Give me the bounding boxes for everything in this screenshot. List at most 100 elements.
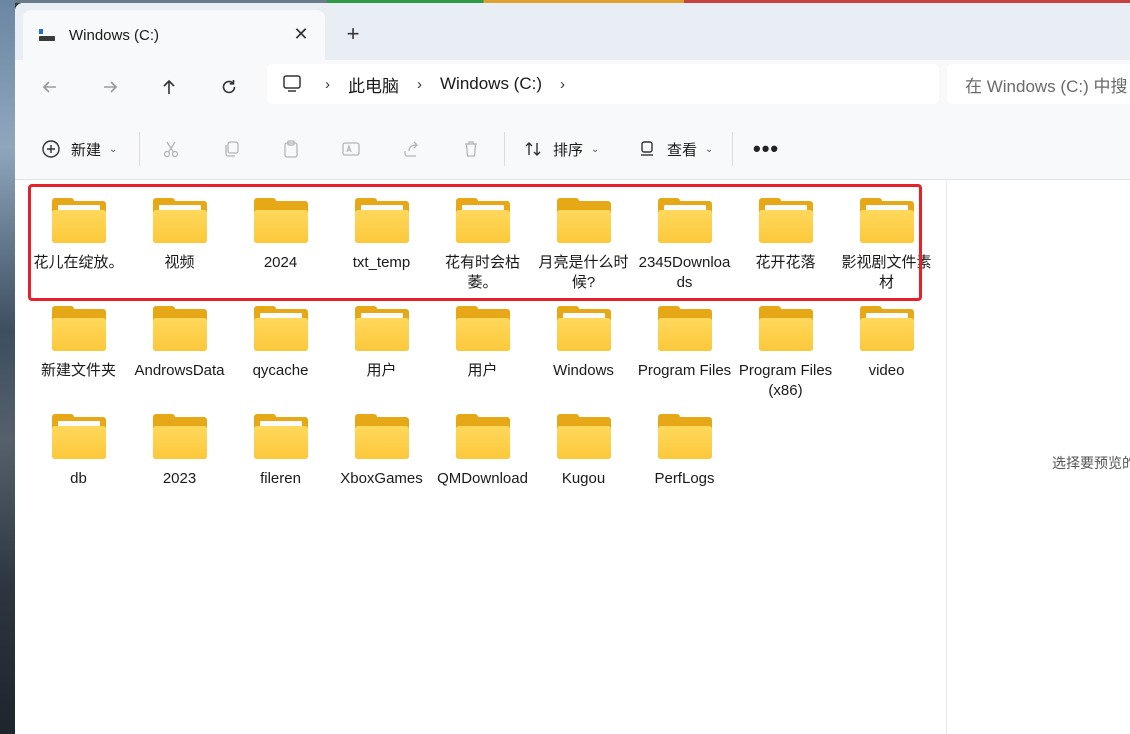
cut-button[interactable] <box>161 134 181 164</box>
breadcrumb-this-pc[interactable]: 此电脑 <box>348 72 399 97</box>
folder-icon <box>657 414 712 459</box>
chevron-right-icon[interactable]: › <box>417 76 422 93</box>
rename-button[interactable] <box>341 134 361 164</box>
folder-item[interactable]: XboxGames <box>331 405 432 513</box>
view-button[interactable]: 查看 ⌄ <box>637 134 713 164</box>
folder-row: 新建文件夹 AndrowsData qycache 用户 用户 Windows Progra… <box>28 297 938 405</box>
folder-item[interactable]: qycache <box>230 297 331 405</box>
folder-item[interactable]: 月亮是什么时候? <box>533 189 634 297</box>
folder-icon <box>859 306 914 351</box>
folder-name: 花有时会枯萎。 <box>444 254 520 291</box>
file-explorer-window: Windows (C:) ✕ + › 此电脑 › Windows (C:) › … <box>15 3 1130 734</box>
back-button[interactable] <box>35 72 65 102</box>
up-button[interactable] <box>154 72 184 102</box>
new-tab-button[interactable]: + <box>339 20 367 48</box>
folder-item[interactable]: Windows <box>533 297 634 405</box>
chevron-down-icon: ⌄ <box>109 143 118 155</box>
arrow-right-icon <box>104 81 118 93</box>
navigation-bar: › 此电脑 › Windows (C:) › 在 Windows (C:) 中搜 <box>15 60 1130 116</box>
copy-icon <box>225 141 239 157</box>
tab-windows-c[interactable]: Windows (C:) ✕ <box>23 10 325 60</box>
folder-icon <box>354 414 409 459</box>
folder-icon <box>859 198 914 243</box>
folder-item[interactable]: 视频 <box>129 189 230 297</box>
folder-item[interactable]: QMDownload <box>432 405 533 513</box>
chevron-right-icon[interactable]: › <box>560 76 565 93</box>
delete-button[interactable] <box>461 134 481 164</box>
folder-item[interactable]: 花有时会枯萎。 <box>432 189 533 297</box>
breadcrumb-windows-c[interactable]: Windows (C:) <box>440 74 542 94</box>
folder-name: db <box>70 470 87 487</box>
view-label: 查看 <box>667 141 698 159</box>
folder-name: 视频 <box>164 254 195 271</box>
paste-button[interactable] <box>281 134 301 164</box>
folder-name: 新建文件夹 <box>40 362 116 379</box>
search-input[interactable]: 在 Windows (C:) 中搜 <box>947 64 1130 104</box>
file-list-pane: 花儿在绽放。 视频 2024 txt_temp 花有时会枯萎。 月亮是什么时候? 2345D… <box>15 180 946 734</box>
folder-icon <box>556 414 611 459</box>
folder-item[interactable]: db <box>28 405 129 513</box>
folder-item[interactable]: Program Files <box>634 297 735 405</box>
folder-icon <box>152 198 207 243</box>
share-button[interactable] <box>401 134 421 164</box>
folder-item[interactable]: 2023 <box>129 405 230 513</box>
folder-grid: 花儿在绽放。 视频 2024 txt_temp 花有时会枯萎。 月亮是什么时候? 2345D… <box>28 189 938 513</box>
folder-item[interactable]: 用户 <box>331 297 432 405</box>
folder-item[interactable]: txt_temp <box>331 189 432 297</box>
more-options-button[interactable]: ••• <box>753 136 779 162</box>
folder-item[interactable]: fileren <box>230 405 331 513</box>
folder-name: txt_temp <box>352 254 411 271</box>
title-bar: Windows (C:) ✕ + <box>15 3 1130 60</box>
sort-icon <box>525 142 541 156</box>
folder-item[interactable]: 花开花落 <box>735 189 836 297</box>
folder-item[interactable]: 影视剧文件素材 <box>836 189 937 297</box>
refresh-button[interactable] <box>214 72 244 102</box>
folder-item[interactable]: 花儿在绽放。 <box>28 189 129 297</box>
new-label: 新建 <box>71 141 102 159</box>
folder-item[interactable]: Kugou <box>533 405 634 513</box>
divider <box>732 132 733 166</box>
close-tab-icon[interactable]: ✕ <box>289 22 313 46</box>
folder-icon <box>354 306 409 351</box>
folder-item[interactable]: video <box>836 297 937 405</box>
folder-name: XboxGames <box>340 470 423 487</box>
address-bar[interactable]: › 此电脑 › Windows (C:) › <box>267 64 939 104</box>
folder-icon <box>455 306 510 351</box>
folder-item[interactable]: AndrowsData <box>129 297 230 405</box>
folder-icon <box>152 306 207 351</box>
folder-item[interactable]: Program Files (x86) <box>735 297 836 405</box>
divider <box>139 132 140 166</box>
folder-name: 影视剧文件素材 <box>841 254 932 291</box>
folder-icon <box>556 306 611 351</box>
new-button[interactable]: 新建 ⌄ <box>41 134 117 164</box>
folder-item[interactable]: 2024 <box>230 189 331 297</box>
forward-button[interactable] <box>95 72 125 102</box>
folder-icon <box>152 414 207 459</box>
refresh-icon <box>222 80 236 94</box>
folder-item[interactable]: 用户 <box>432 297 533 405</box>
folder-item[interactable]: 新建文件夹 <box>28 297 129 405</box>
folder-icon <box>51 198 106 243</box>
arrow-left-icon <box>42 81 56 93</box>
copy-button[interactable] <box>221 134 241 164</box>
computer-icon <box>283 75 301 92</box>
folder-row: 花儿在绽放。 视频 2024 txt_temp 花有时会枯萎。 月亮是什么时候? 2345D… <box>28 189 938 297</box>
command-bar: 新建 ⌄ 排序 ⌄ 查看 ⌄ ••• <box>15 116 1130 180</box>
folder-item[interactable]: 2345Downloads <box>634 189 735 297</box>
folder-icon <box>758 306 813 351</box>
folder-name: Program Files <box>637 362 732 379</box>
sort-button[interactable]: 排序 ⌄ <box>523 134 599 164</box>
chevron-down-icon: ⌄ <box>591 143 600 155</box>
desktop-wallpaper <box>0 0 15 734</box>
sort-label: 排序 <box>553 141 584 159</box>
folder-name: 花儿在绽放。 <box>33 254 124 271</box>
folder-item[interactable]: PerfLogs <box>634 405 735 513</box>
folder-icon <box>556 198 611 243</box>
folder-icon <box>455 198 510 243</box>
folder-icon <box>354 198 409 243</box>
folder-name: QMDownload <box>437 470 528 487</box>
folder-icon <box>51 414 106 459</box>
folder-icon <box>253 306 308 351</box>
rename-icon <box>342 142 360 156</box>
clipboard-icon <box>284 140 298 158</box>
